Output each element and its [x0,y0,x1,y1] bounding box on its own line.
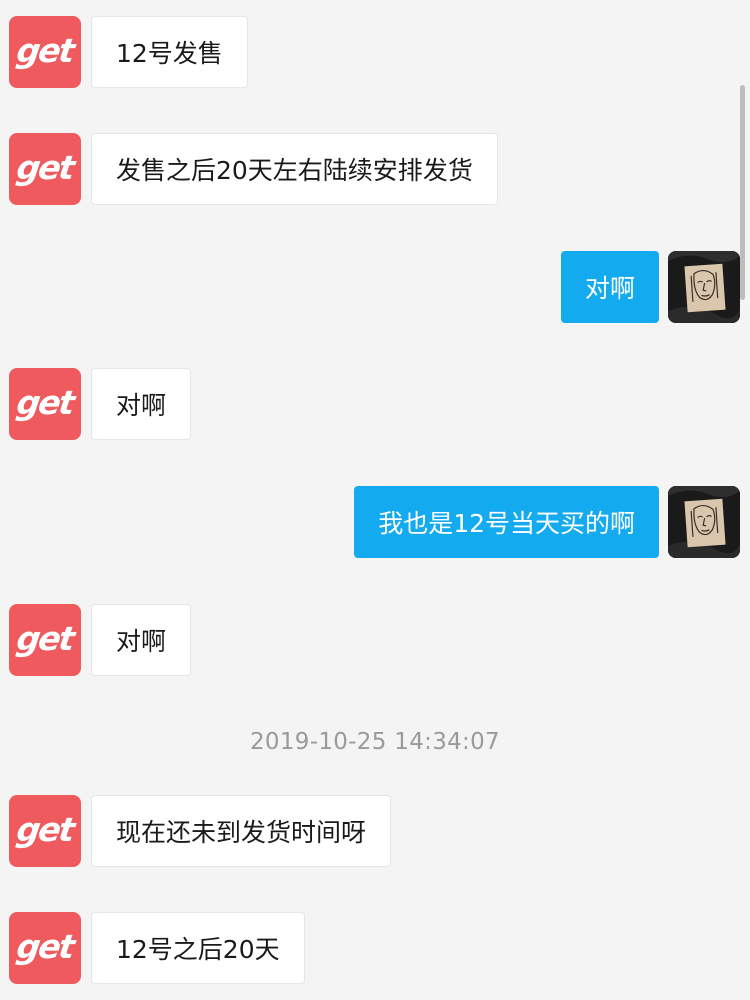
message-bubble[interactable]: 现在还未到发货时间呀 [91,795,392,867]
message-row: 对啊 [0,251,750,323]
message-row: get 对啊 [0,368,750,440]
get-logo-text: get [14,382,76,422]
message-row: get 对啊 [0,604,750,676]
message-bubble[interactable]: 12号发售 [91,16,248,88]
get-avatar[interactable]: get [9,368,81,440]
get-logo-text: get [14,30,76,70]
message-row: get 12号之后20天 [0,912,750,984]
message-bubble[interactable]: 发售之后20天左右陆续安排发货 [91,133,498,205]
message-timestamp: 2019-10-25 14:34:07 [250,729,500,755]
message-bubble[interactable]: 对啊 [560,251,659,323]
message-row: get 发售之后20天左右陆续安排发货 [0,133,750,205]
get-avatar[interactable]: get [9,133,81,205]
get-logo-text: get [14,809,76,849]
message-bubble[interactable]: 我也是12号当天买的啊 [354,486,659,558]
message-row: get 12号发售 [0,16,750,88]
get-avatar[interactable]: get [9,912,81,984]
message-row: 我也是12号当天买的啊 [0,486,750,558]
get-logo-text: get [14,618,76,658]
portrait-sketch-icon [668,486,740,558]
message-row: get 现在还未到发货时间呀 [0,795,750,867]
user-avatar[interactable] [668,251,740,323]
get-logo-text: get [14,926,76,966]
message-bubble[interactable]: 对啊 [91,604,192,676]
get-avatar[interactable]: get [9,795,81,867]
message-bubble[interactable]: 12号之后20天 [91,912,305,984]
get-avatar[interactable]: get [9,16,81,88]
user-avatar[interactable] [668,486,740,558]
get-avatar[interactable]: get [9,604,81,676]
portrait-sketch-icon [668,251,740,323]
message-bubble[interactable]: 对啊 [91,368,192,440]
get-logo-text: get [14,147,76,187]
